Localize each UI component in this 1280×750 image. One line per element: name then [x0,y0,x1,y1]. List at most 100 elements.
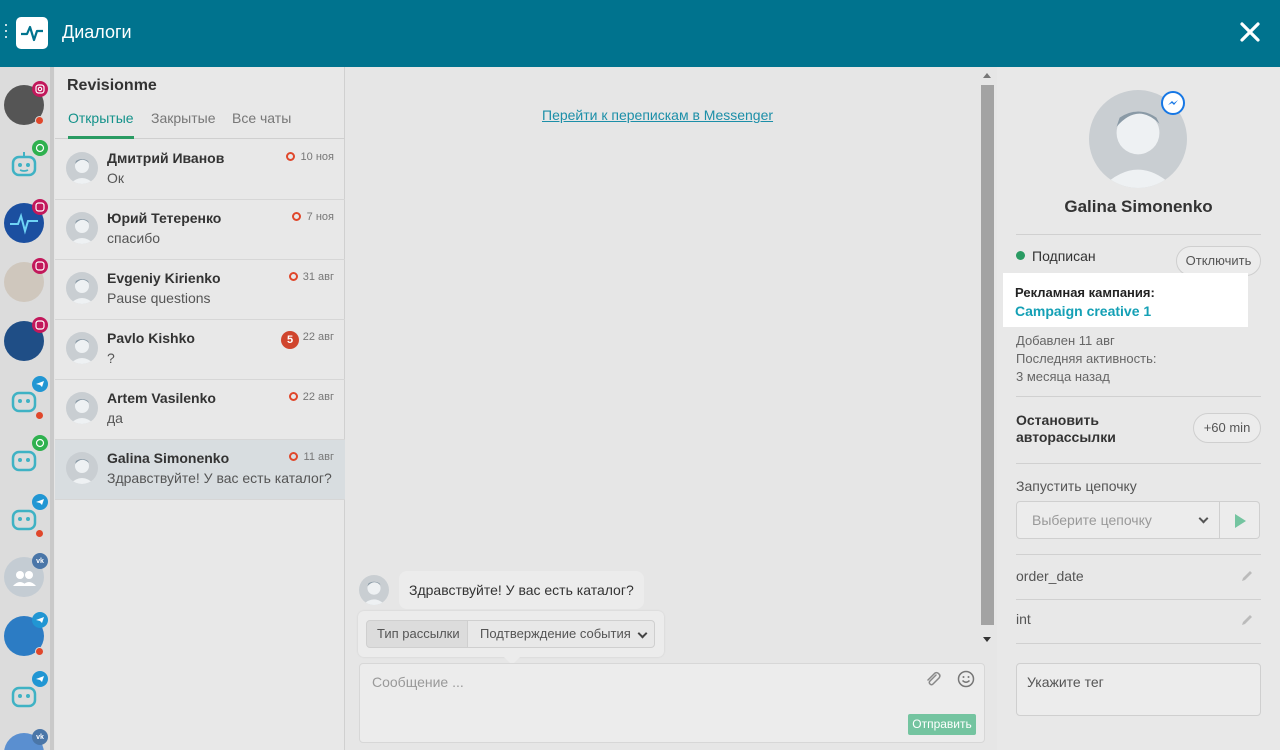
channel-whatsapp-2[interactable] [4,435,48,479]
conversation-preview: Ок [107,170,125,186]
channel-instagram-1[interactable] [4,81,48,125]
conversation-item[interactable]: Юрий Тетеренко спасибо 7 ноя [55,200,345,260]
unread-badge: 5 [281,331,299,349]
divider [1016,599,1261,600]
instagram-status-icon [289,452,298,461]
divider [1016,396,1261,397]
chain-select-placeholder: Выберите цепочку [1032,512,1152,528]
campaign-label: Рекламная кампания: [1015,285,1155,300]
stop-mailing-label-2: авторассылки [1016,429,1116,445]
chain-select[interactable]: Выберите цепочку [1016,501,1220,539]
channel-telegram-1[interactable] [4,376,48,420]
telegram-icon [32,494,48,510]
divider [1016,463,1261,464]
telegram-icon [32,671,48,687]
chevron-down-icon [1198,513,1209,524]
conversation-name: Pavlo Kishko [107,330,195,346]
channel-telegram-3[interactable] [4,612,48,656]
field-order-date: order_date [1016,568,1084,584]
divider [1016,643,1261,644]
conversation-name: Evgeniy Kirienko [107,270,221,286]
whatsapp-icon [32,435,48,451]
conversation-item[interactable]: Artem Vasilenko да 22 авг [55,380,345,440]
attach-icon[interactable] [924,670,942,688]
menu-dots-icon[interactable] [4,24,8,42]
scroll-up-icon[interactable] [983,73,991,78]
conversation-date: 7 ноя [306,211,334,223]
last-activity-label: Последняя активность: [1016,351,1157,366]
channel-telegram-4[interactable] [4,671,48,715]
conversation-item[interactable]: Pavlo Kishko ? 5 22 авг [55,320,345,380]
user-avatar-icon [66,272,98,304]
channel-instagram-2[interactable] [4,199,48,243]
scroll-thumb[interactable] [981,85,994,625]
stop-mailing-60-button[interactable]: +60 min [1193,413,1261,443]
mailing-type-select[interactable]: Подтверждение события [467,620,655,648]
status-dot [35,647,44,656]
unsubscribe-button[interactable]: Отключить [1176,246,1261,276]
instagram-status-icon [289,392,298,401]
conversation-item[interactable]: Evgeniy Kirienko Pause questions 31 авг [55,260,345,320]
app-logo-icon [16,17,48,49]
tag-input[interactable]: Укажите тег [1016,663,1261,716]
campaign-link[interactable]: Campaign creative 1 [1015,303,1248,319]
channel-whatsapp-1[interactable] [4,140,48,184]
subscription-status: Подписан [1032,248,1096,264]
top-bar: Диалоги [0,0,1280,67]
status-dot [35,411,44,420]
message-composer[interactable]: Сообщение ... Отправить [359,663,985,743]
conversation-preview: да [107,410,123,426]
user-avatar-icon [66,212,98,244]
messenger-link[interactable]: Перейти к перепискам в Messenger [542,107,773,123]
instagram-icon [32,81,48,97]
instagram-icon [32,199,48,215]
mailing-type-label: Тип рассылки [366,620,471,648]
send-button[interactable]: Отправить [908,714,976,735]
added-date: Добавлен 11 авг [1016,333,1115,348]
emoji-icon[interactable] [957,670,975,688]
conversation-preview: спасибо [107,230,160,246]
play-icon [1235,514,1246,528]
conversation-item[interactable]: Дмитрий Иванов Ок 10 ноя [55,140,345,200]
tab-open[interactable]: Открытые [68,109,134,139]
stop-mailing-label-1: Остановить [1016,412,1100,428]
mailing-type-value: Подтверждение события [480,626,631,641]
user-avatar-icon [66,452,98,484]
conversation-name: Galina Simonenko [107,450,230,466]
conversation-date: 10 ноя [300,151,334,163]
vk-icon: vk [32,553,48,569]
conversation-preview: ? [107,350,115,366]
chat-scrollbar[interactable] [980,67,996,657]
instagram-icon [32,317,48,333]
conversation-date: 31 авг [302,271,334,283]
chain-label: Запустить цепочку [1016,478,1137,494]
pencil-icon[interactable] [1240,613,1254,627]
message-input[interactable]: Сообщение ... [372,674,464,690]
chevron-down-icon [637,628,648,639]
channel-telegram-2[interactable] [4,494,48,538]
instagram-status-icon [286,152,295,161]
channel-vk-1[interactable]: vk [4,553,48,597]
pencil-icon[interactable] [1240,569,1254,583]
conversation-tabs: Открытые Закрытые Все чаты [55,109,345,139]
whatsapp-icon [32,140,48,156]
account-name: Revisionme [67,77,157,94]
tab-closed[interactable]: Закрытые [151,109,215,139]
telegram-icon [32,612,48,628]
divider [1016,234,1261,235]
channel-vk-2[interactable]: vk [4,729,48,750]
status-dot [35,116,44,125]
channel-instagram-3[interactable] [4,258,48,302]
scroll-down-icon[interactable] [983,637,991,642]
conversation-name: Artem Vasilenko [107,390,216,406]
tab-all-chats[interactable]: Все чаты [232,109,291,139]
instagram-icon [32,258,48,274]
subscribed-status-dot [1016,251,1025,260]
run-chain-button[interactable] [1220,501,1260,539]
close-icon[interactable] [1238,20,1262,44]
chat-area: Перейти к перепискам в Messenger Здравст… [346,67,996,750]
channel-scrollbar[interactable] [50,67,54,750]
conversation-preview: Здравствуйте! У вас есть каталог? [107,470,332,486]
conversation-item-selected[interactable]: Galina Simonenko Здравствуйте! У вас ест… [55,440,345,500]
channel-instagram-4[interactable] [4,317,48,361]
